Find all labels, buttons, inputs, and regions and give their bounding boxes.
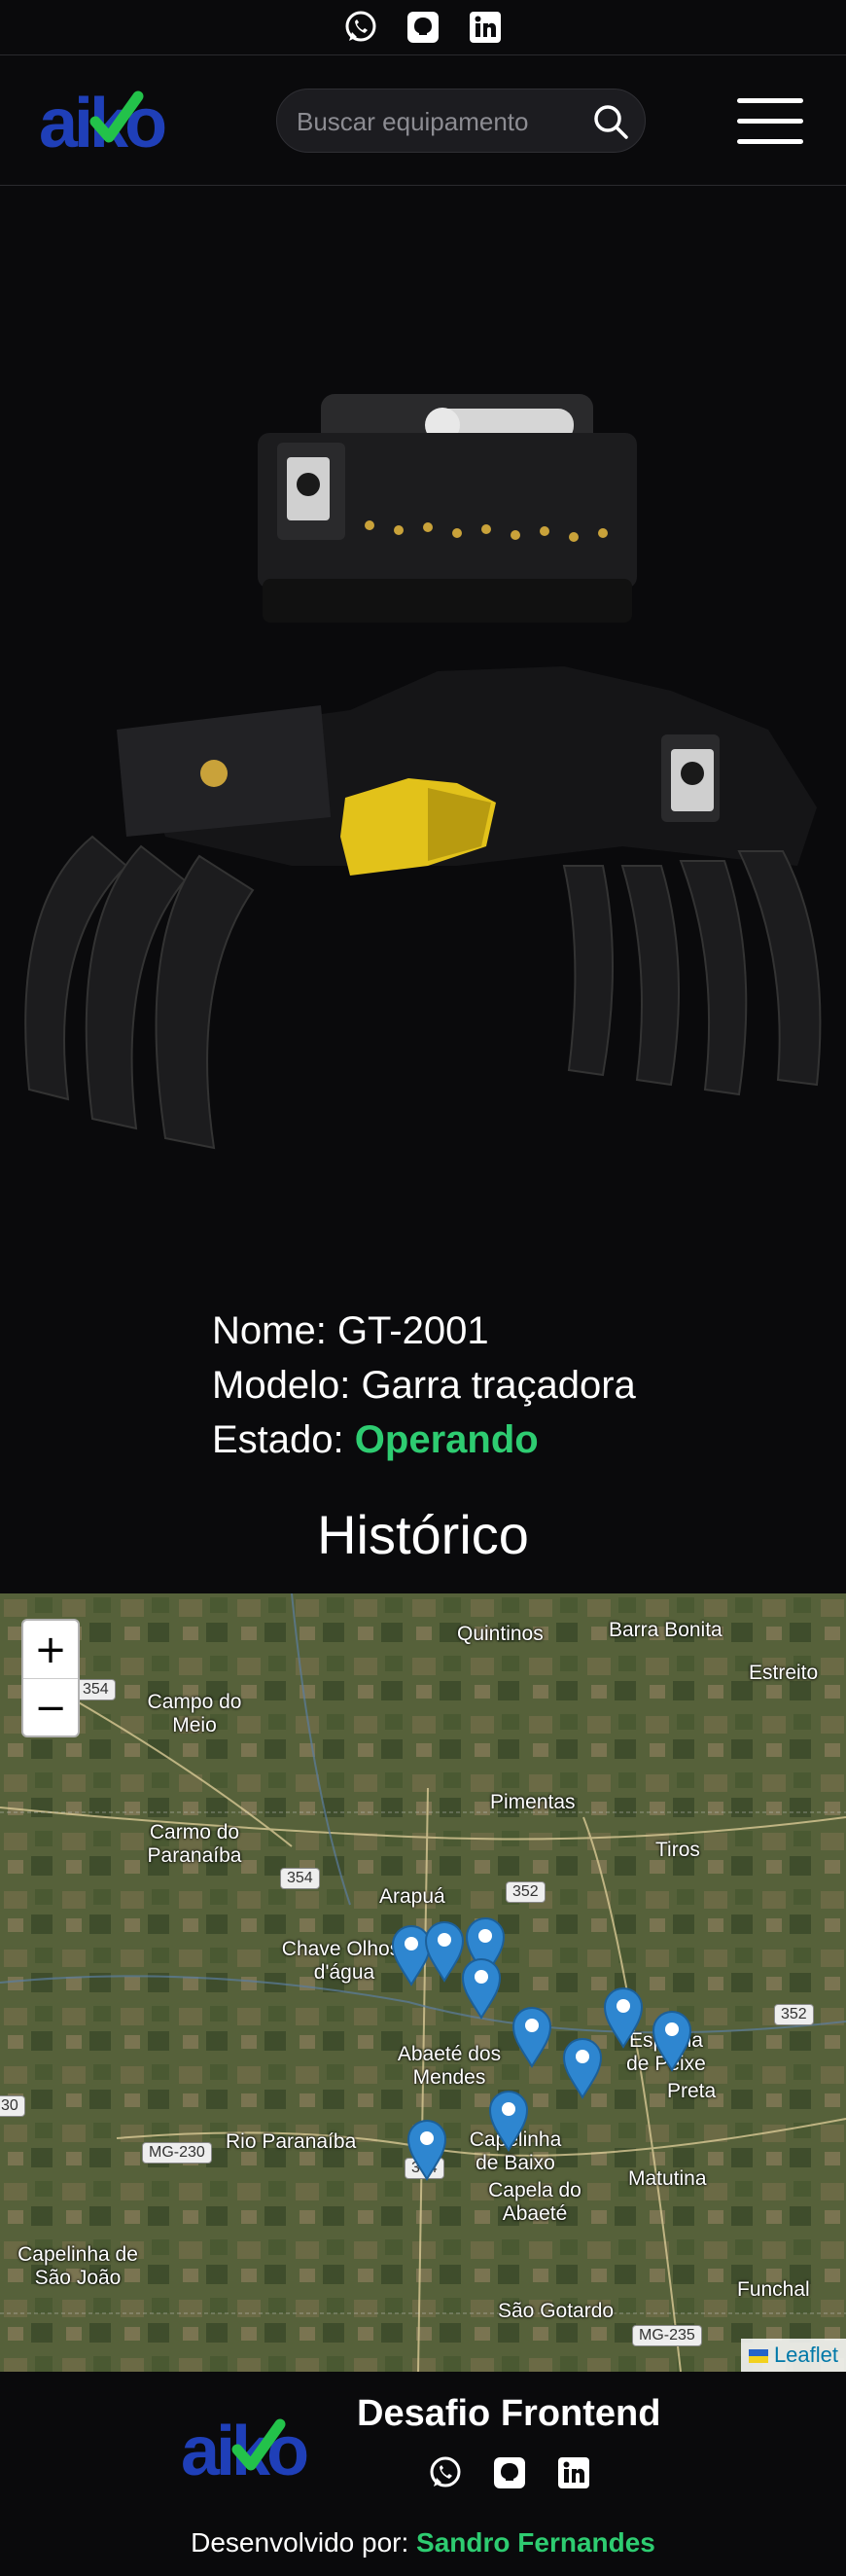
road-label: 30 xyxy=(0,2095,25,2117)
footer-title: Desafio Frontend xyxy=(357,2393,661,2434)
name-label: Nome: xyxy=(212,1309,327,1352)
history-map[interactable]: Quintinos Barra Bonita Estreito Campo do… xyxy=(0,1593,846,2372)
linkedin-icon[interactable] xyxy=(468,10,503,45)
map-label: São Gotardo xyxy=(498,2300,615,2322)
footer-credit: Desenvolvido por: Sandro Fernandes xyxy=(0,2527,846,2558)
equipment-state-row: Estado: Operando xyxy=(212,1413,636,1467)
equipment-name: GT-2001 xyxy=(336,1309,489,1352)
equipment-model: Garra traçadora xyxy=(361,1364,636,1407)
map-label: Matutina xyxy=(628,2167,707,2190)
map-attribution[interactable]: Leaflet xyxy=(740,2339,846,2372)
map-label: Abaeté dos Mendes xyxy=(397,2043,502,2089)
github-icon[interactable] xyxy=(492,2455,527,2495)
github-icon[interactable] xyxy=(405,10,441,45)
ukraine-flag-icon xyxy=(748,2349,768,2364)
road-label: 352 xyxy=(774,2004,814,2025)
equipment-state: Operando xyxy=(354,1418,539,1461)
aiko-logo[interactable]: aiko xyxy=(179,2411,335,2490)
map-marker-icon[interactable] xyxy=(406,2119,447,2181)
map-label: Rio Paranaíba xyxy=(226,2130,357,2153)
map-label: Barra Bonita xyxy=(609,1619,723,1641)
hamburger-menu-icon[interactable] xyxy=(737,96,803,147)
author-link[interactable]: Sandro Fernandes xyxy=(416,2527,655,2558)
map-marker-icon[interactable] xyxy=(488,2090,529,2152)
road-label: MG-230 xyxy=(142,2142,212,2164)
credit-prefix: Desenvolvido por: xyxy=(191,2527,409,2558)
map-label: Campo do Meio xyxy=(147,1691,242,1736)
search-input[interactable] xyxy=(295,89,590,154)
zoom-control: + − xyxy=(21,1619,80,1737)
road-label: MG-235 xyxy=(632,2325,702,2346)
zoom-in-button[interactable]: + xyxy=(23,1621,78,1679)
equipment-model-row: Modelo: Garra traçadora xyxy=(212,1358,636,1413)
state-label: Estado: xyxy=(212,1418,344,1461)
map-marker-icon[interactable] xyxy=(652,2010,692,2072)
search-icon[interactable] xyxy=(592,103,629,140)
map-label: Carmo do Paranaíba xyxy=(147,1821,242,1867)
map-marker-icon[interactable] xyxy=(461,1957,502,2020)
road-label: 352 xyxy=(506,1881,546,1903)
map-label: Arapuá xyxy=(379,1885,445,1908)
map-label: Pimentas xyxy=(490,1791,576,1813)
map-label: Capelinha de São João xyxy=(18,2243,138,2289)
footer: aiko Desafio Frontend Desenvolvido por: … xyxy=(0,2372,846,2576)
map-label: Quintinos xyxy=(457,1623,544,1645)
header: aiko xyxy=(0,55,846,186)
map-marker-icon[interactable] xyxy=(424,1920,465,1983)
linkedin-icon[interactable] xyxy=(556,2455,591,2495)
map-label: Preta xyxy=(667,2080,717,2102)
map-label: Capela do Abaeté xyxy=(488,2179,582,2225)
map-marker-icon[interactable] xyxy=(603,1986,644,2049)
footer-social xyxy=(428,2455,591,2495)
road-label: 354 xyxy=(76,1679,116,1700)
equipment-image xyxy=(0,321,846,1158)
whatsapp-icon[interactable] xyxy=(343,10,378,45)
model-label: Modelo: xyxy=(212,1364,351,1407)
equipment-info: Nome: GT-2001 Modelo: Garra traçadora Es… xyxy=(212,1304,636,1467)
attribution-link[interactable]: Leaflet xyxy=(774,2343,838,2367)
map-marker-icon[interactable] xyxy=(562,2037,603,2099)
equipment-name-row: Nome: GT-2001 xyxy=(212,1304,636,1358)
map-marker-icon[interactable] xyxy=(511,2006,552,2068)
whatsapp-icon[interactable] xyxy=(428,2455,463,2495)
road-label: 354 xyxy=(280,1868,320,1889)
history-title: Histórico xyxy=(317,1504,529,1565)
map-label: Tiros xyxy=(655,1839,700,1861)
map-label: Estreito xyxy=(749,1662,819,1684)
map-label: Funchal xyxy=(737,2278,810,2301)
social-bar xyxy=(0,0,846,55)
search-box xyxy=(276,89,646,154)
aiko-logo[interactable]: aiko xyxy=(37,83,193,162)
zoom-out-button[interactable]: − xyxy=(23,1679,78,1736)
